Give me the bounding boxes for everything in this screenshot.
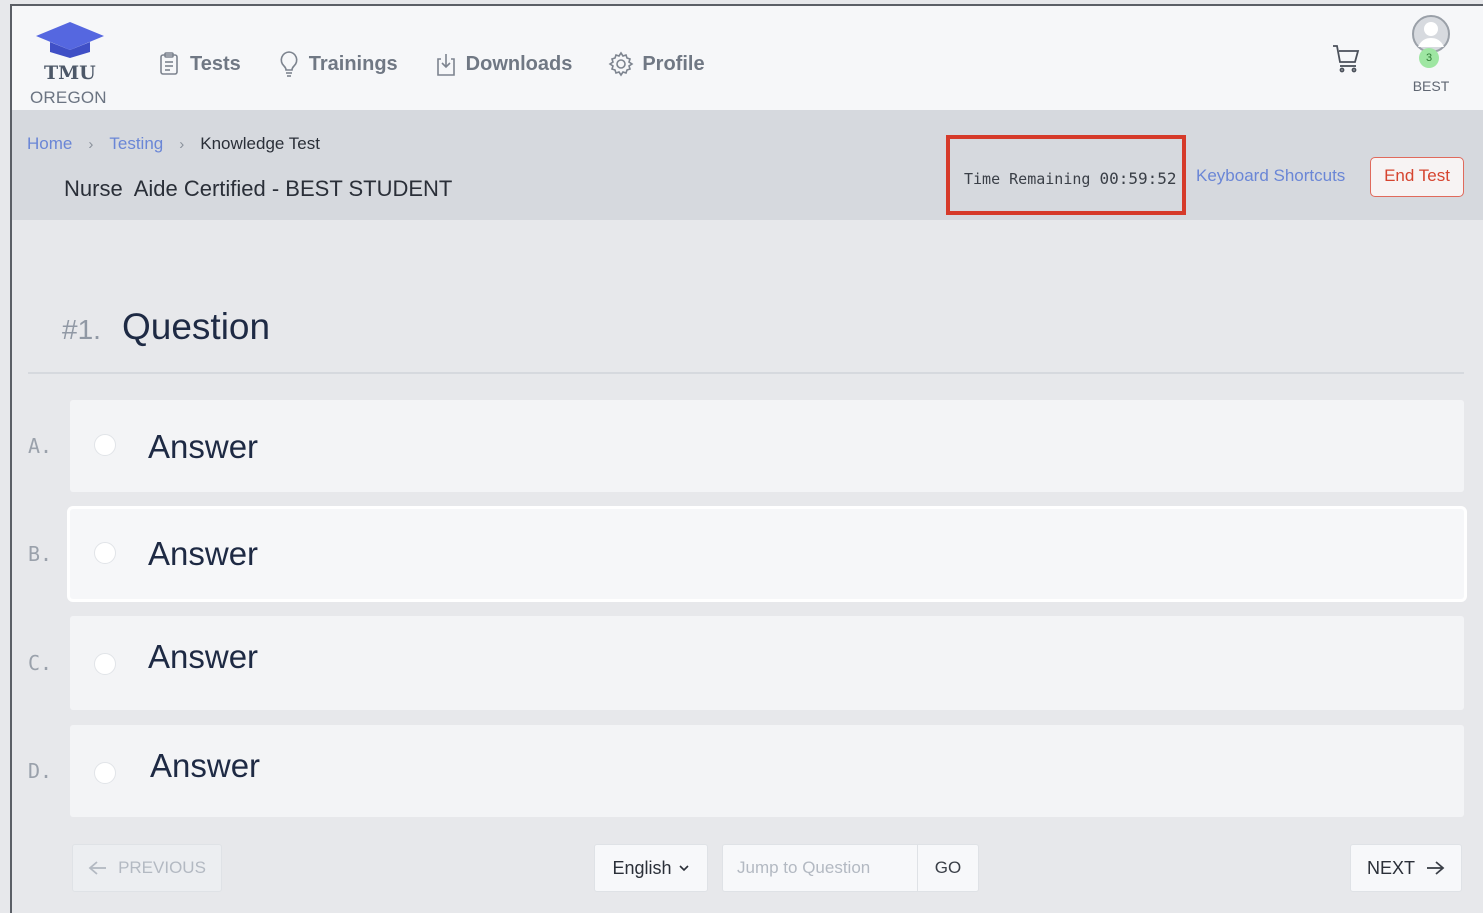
clipboard-icon — [160, 52, 178, 75]
app-window: TMU OREGON Tests Trainings Downloads Pro… — [10, 4, 1483, 913]
chevron-right-icon: › — [179, 135, 185, 153]
jump-to-question-input[interactable] — [722, 844, 918, 892]
chevron-right-icon: › — [88, 135, 94, 153]
answer-text-a: Answer — [148, 428, 259, 465]
nav-downloads-label: Downloads — [465, 52, 573, 75]
question-number: #1. — [62, 314, 101, 345]
time-remaining-label: Time Remaining — [964, 170, 1091, 188]
cart-button[interactable] — [1330, 42, 1362, 79]
brand-name: TMU — [44, 62, 96, 84]
previous-button[interactable]: PREVIOUS — [72, 844, 222, 892]
lightbulb-icon — [280, 51, 298, 77]
nav-profile[interactable]: Profile — [608, 50, 705, 78]
answer-text-b: Answer — [148, 535, 259, 572]
arrow-left-icon — [88, 861, 107, 875]
breadcrumb-home[interactable]: Home — [27, 134, 72, 154]
top-navbar: TMU OREGON Tests Trainings Downloads Pro… — [12, 6, 1483, 110]
radio-b[interactable] — [94, 542, 116, 564]
nav-tests-label: Tests — [190, 52, 241, 75]
nav-trainings-label: Trainings — [308, 52, 398, 75]
next-label: NEXT — [1366, 857, 1415, 878]
radio-d[interactable] — [94, 762, 116, 784]
answer-option-b[interactable]: Answer — [70, 509, 1464, 599]
nav-profile-label: Profile — [642, 52, 705, 75]
main-nav: Tests Trainings Downloads Profile — [156, 50, 741, 78]
nav-tests[interactable]: Tests — [156, 50, 241, 78]
answer-option-a[interactable]: Answer — [70, 400, 1464, 492]
notification-badge: 3 — [1419, 48, 1439, 68]
brand-subtitle: OREGON — [30, 88, 107, 107]
cart-icon — [1333, 45, 1360, 73]
time-remaining: Time Remaining 00:59:52 — [964, 169, 1177, 188]
nav-trainings[interactable]: Trainings — [277, 50, 398, 78]
graduation-cap-icon — [36, 22, 104, 58]
language-value: English — [612, 857, 672, 878]
timer-highlight-box: Time Remaining 00:59:52 — [946, 135, 1186, 215]
answer-option-d[interactable]: Answer — [70, 725, 1464, 817]
language-select[interactable]: English — [594, 844, 708, 892]
test-header: Home › Testing › Knowledge Test Nurse Ai… — [12, 110, 1483, 220]
answer-letter-a: A. — [28, 434, 53, 458]
go-button[interactable]: GO — [917, 844, 979, 892]
test-title: Nurse Aide Certified - BEST STUDENT — [64, 176, 453, 201]
breadcrumb: Home › Testing › Knowledge Test — [27, 134, 320, 154]
gear-icon — [608, 51, 634, 77]
divider — [28, 372, 1464, 374]
answer-option-c[interactable]: Answer — [70, 616, 1464, 710]
keyboard-shortcuts-link[interactable]: Keyboard Shortcuts — [1196, 166, 1345, 186]
breadcrumb-testing[interactable]: Testing — [109, 134, 163, 154]
time-remaining-value: 00:59:52 — [1099, 169, 1177, 188]
answer-text-d: Answer — [150, 747, 261, 784]
brand-logo[interactable]: TMU OREGON — [30, 20, 110, 107]
breadcrumb-current: Knowledge Test — [200, 134, 320, 153]
previous-label: PREVIOUS — [118, 858, 206, 877]
answer-letter-c: C. — [28, 651, 53, 675]
radio-c[interactable] — [94, 653, 116, 675]
nav-downloads[interactable]: Downloads — [434, 50, 573, 78]
next-button[interactable]: NEXT — [1350, 844, 1462, 892]
chevron-down-icon — [678, 865, 689, 872]
arrow-right-icon — [1427, 861, 1445, 875]
answer-letter-b: B. — [28, 542, 53, 566]
end-test-button[interactable]: End Test — [1370, 157, 1464, 197]
answer-letter-d: D. — [28, 759, 53, 783]
user-name: BEST — [1412, 78, 1450, 94]
download-icon — [436, 54, 455, 76]
question-text: Question — [122, 306, 271, 347]
radio-a[interactable] — [94, 434, 116, 456]
answer-text-c: Answer — [148, 638, 259, 675]
